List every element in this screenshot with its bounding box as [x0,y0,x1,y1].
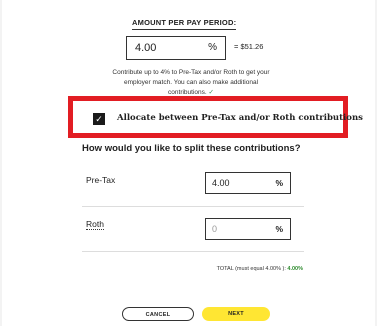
row-divider [82,206,304,207]
amount-equivalent: = $51.26 [234,42,264,51]
allocate-checkbox[interactable]: ✓ [93,113,105,125]
note-line-3-text: contributions. [168,89,207,96]
total-value: 4.00% [287,266,303,272]
roth-label[interactable]: Roth [86,219,104,230]
cancel-button[interactable]: CANCEL [122,307,194,321]
pretax-input-value: 4.00 [212,178,230,188]
allocate-highlight: ✓ Allocate between Pre-Tax and/or Roth c… [68,96,363,138]
total-label: TOTAL (must equal 4.00% ): [216,266,286,272]
roth-input-value: 0 [212,224,218,234]
employer-match-note: Contribute up to 4% to Pre-Tax and/or Ro… [86,68,296,98]
roth-unit: % [275,224,283,234]
pretax-unit: % [275,178,283,188]
pretax-label: Pre-Tax [86,175,116,185]
check-icon: ✓ [208,89,214,96]
next-button[interactable]: NEXT [202,307,270,321]
allocate-checkbox-label[interactable]: Allocate between Pre-Tax and/or Roth con… [117,113,363,123]
note-line-1: Contribute up to 4% to Pre-Tax and/or Ro… [112,69,270,76]
split-question-heading: How would you like to split these contri… [82,143,301,154]
amount-input[interactable]: 4.00 % [126,36,226,60]
note-line-2: employer match. You can also make additi… [123,79,259,86]
amount-input-value: 4.00 [135,42,157,54]
pretax-input[interactable]: 4.00 % [205,172,291,194]
row-divider [82,251,304,252]
amount-per-pay-period-label: AMOUNT PER PAY PERIOD: [132,18,237,30]
roth-input[interactable]: 0 % [205,218,291,240]
amount-unit: % [208,42,217,53]
contribution-card: AMOUNT PER PAY PERIOD: 4.00 % = $51.26 C… [2,0,375,326]
total-line: TOTAL (must equal 4.00% ): 4.00% [217,266,303,272]
